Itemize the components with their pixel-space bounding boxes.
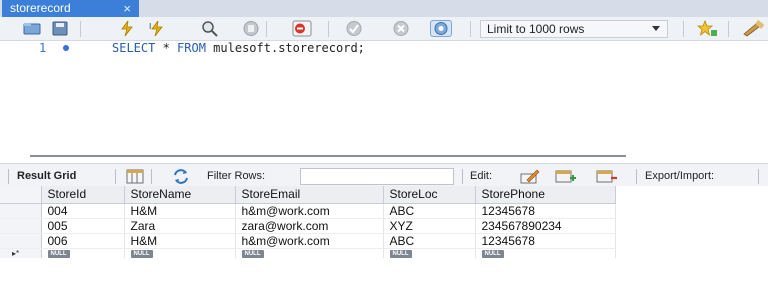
cell-storename[interactable]: H&M [124, 203, 236, 219]
null-cell[interactable]: NULL [41, 248, 125, 258]
toggle-error-icon[interactable] [292, 20, 312, 37]
limit-rows-value: Limit to 1000 rows [487, 22, 585, 36]
filter-rows-input[interactable] [300, 168, 454, 185]
table-row[interactable]: 004 H&M h&m@work.com ABC 12345678 [0, 203, 616, 219]
null-badge: NULL [241, 249, 264, 258]
cell-storeemail[interactable]: zara@work.com [235, 218, 384, 234]
cell-storephone[interactable]: 12345678 [475, 203, 616, 219]
toolbar-separator [636, 169, 637, 184]
sql-star: * [155, 41, 178, 55]
null-badge: NULL [389, 249, 412, 258]
null-cell[interactable]: NULL [475, 248, 616, 258]
limit-rows-select[interactable]: Limit to 1000 rows [480, 20, 668, 38]
toolbar-separator [266, 21, 267, 37]
autocommit-icon[interactable] [430, 20, 452, 37]
delete-row-icon[interactable] [596, 169, 617, 184]
toolbar-separator [728, 21, 729, 37]
row-header[interactable] [0, 203, 42, 219]
cell-storeemail[interactable]: h&m@work.com [235, 203, 384, 219]
svg-text:I: I [149, 22, 151, 31]
sql-editor[interactable]: 1 SELECT * FROM mulesoft.storerecord; [0, 41, 768, 154]
row-header[interactable] [0, 218, 42, 234]
null-cell[interactable]: NULL [383, 248, 476, 258]
sql-editor-window: storerecord × I Limit to 1000 rows 1 SEL… [0, 0, 768, 295]
result-table: StoreId StoreName StoreEmail StoreLoc St… [0, 186, 616, 258]
cell-storeid[interactable]: 005 [41, 218, 125, 234]
toolbar-separator [758, 169, 759, 184]
null-badge: NULL [130, 249, 153, 258]
null-badge: NULL [481, 249, 504, 258]
execute-current-icon[interactable]: I [148, 20, 166, 37]
export-import-label: Export/Import: [645, 170, 715, 182]
toolbar-separator [328, 21, 329, 37]
cell-storename[interactable]: H&M [124, 233, 236, 249]
stop-icon[interactable] [242, 20, 260, 37]
column-header-storename[interactable]: StoreName [124, 186, 236, 204]
header-row: StoreId StoreName StoreEmail StoreLoc St… [0, 186, 616, 204]
cell-storeid[interactable]: 006 [41, 233, 125, 249]
edit-label: Edit: [470, 170, 493, 182]
chevron-down-icon [652, 26, 660, 31]
line-number: 1 [39, 41, 47, 55]
table-row[interactable]: 006 H&M h&m@work.com ABC 12345678 [0, 233, 616, 249]
cell-storeid[interactable]: 004 [41, 203, 125, 219]
explain-icon[interactable] [200, 20, 218, 37]
sql-statement[interactable]: SELECT * FROM mulesoft.storerecord; [112, 41, 365, 55]
execute-icon[interactable] [118, 20, 136, 37]
toolbar-separator [115, 169, 116, 184]
add-row-icon[interactable] [555, 169, 576, 184]
toolbar-separator [462, 169, 463, 184]
tab-storerecord[interactable]: storerecord × [2, 0, 139, 17]
toolbar-separator [151, 169, 152, 184]
statement-marker-icon [63, 45, 69, 51]
commit-icon[interactable] [345, 20, 363, 37]
cell-storephone[interactable]: 12345678 [475, 233, 616, 249]
row-header[interactable] [0, 233, 42, 249]
column-header-storeloc[interactable]: StoreLoc [383, 186, 476, 204]
result-grid[interactable]: StoreId StoreName StoreEmail StoreLoc St… [0, 186, 768, 295]
folder-icon[interactable] [23, 20, 41, 37]
column-header-storeemail[interactable]: StoreEmail [235, 186, 384, 204]
query-toolbar: I Limit to 1000 rows [0, 17, 768, 41]
sql-keyword-from: FROM [177, 41, 206, 55]
close-icon[interactable]: × [123, 0, 131, 17]
null-cell[interactable]: NULL [235, 248, 384, 258]
toolbar-separator [683, 21, 684, 37]
cell-storeloc[interactable]: XYZ [383, 218, 476, 234]
refresh-icon[interactable] [172, 169, 190, 184]
pane-splitter[interactable] [30, 155, 626, 157]
sql-keyword-select: SELECT [112, 41, 156, 55]
tab-bar: storerecord × [0, 0, 768, 17]
beautify-icon[interactable] [742, 19, 766, 37]
toolbar-separator [470, 21, 471, 37]
cell-storeemail[interactable]: h&m@work.com [235, 233, 384, 249]
tab-title: storerecord [10, 1, 71, 15]
null-cell[interactable]: NULL [124, 248, 236, 258]
save-icon[interactable] [51, 20, 69, 37]
filter-rows-label: Filter Rows: [207, 170, 266, 182]
table-row[interactable]: 005 Zara zara@work.com XYZ 234567890234 [0, 218, 616, 234]
column-header-storeid[interactable]: StoreId [41, 186, 125, 204]
cell-storephone[interactable]: 234567890234 [475, 218, 616, 234]
toolbar-separator [8, 169, 9, 184]
null-badge: NULL [47, 249, 70, 258]
column-header-storephone[interactable]: StorePhone [475, 186, 616, 204]
sql-table-name: mulesoft.storerecord; [205, 41, 365, 55]
new-row-marker: ▸* [0, 248, 42, 258]
cell-storeloc[interactable]: ABC [383, 203, 476, 219]
cell-storeloc[interactable]: ABC [383, 233, 476, 249]
row-header-corner [0, 186, 42, 204]
toolbar-separator [80, 21, 81, 37]
bookmark-icon[interactable] [696, 19, 718, 37]
edit-row-icon[interactable] [520, 169, 540, 184]
rollback-icon[interactable] [392, 20, 410, 37]
result-grid-tab[interactable]: Result Grid [17, 170, 76, 183]
cell-storename[interactable]: Zara [124, 218, 236, 234]
grid-view-icon[interactable] [126, 169, 144, 184]
new-row[interactable]: ▸* NULL NULL NULL NULL NULL [0, 248, 616, 258]
